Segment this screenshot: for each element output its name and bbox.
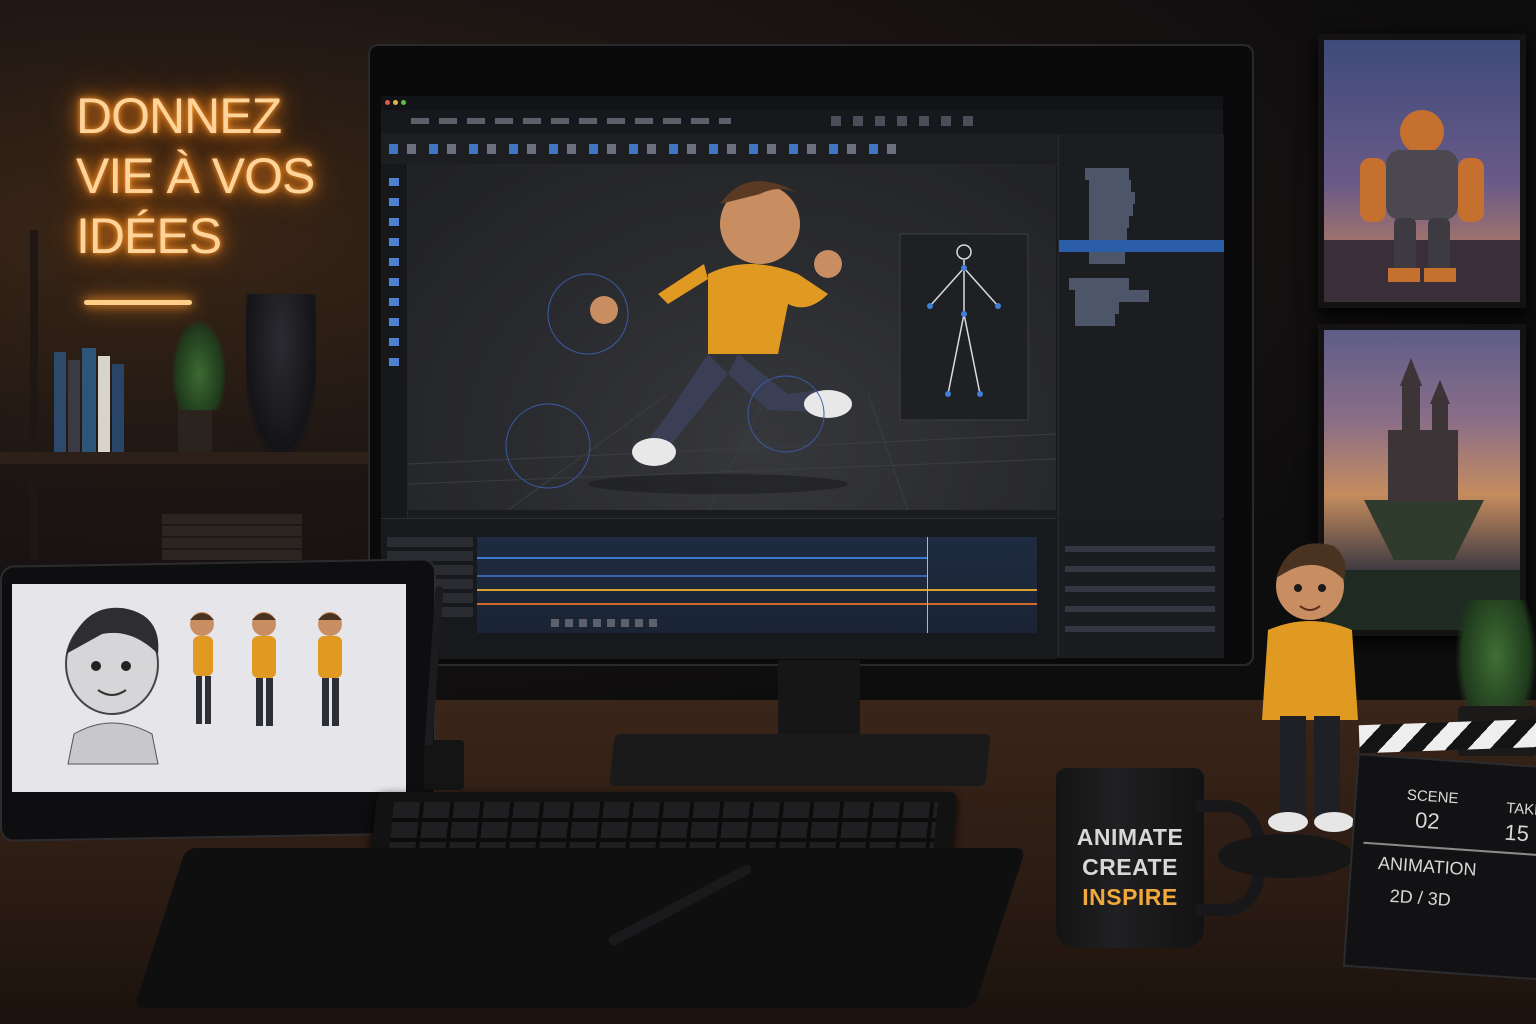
- coffee-mug: ANIMATE CREATE INSPIRE: [1056, 768, 1204, 948]
- monitor-stand-base: [609, 734, 991, 786]
- character-sheet: [65, 607, 342, 765]
- app-menubar: [381, 110, 1223, 135]
- book: [68, 360, 80, 452]
- mug-text-line-3: INSPIRE: [1082, 884, 1178, 910]
- toolbar-icons[interactable]: [389, 144, 909, 154]
- robot-poster: [1318, 34, 1526, 308]
- book: [82, 348, 96, 452]
- shelf-board-top: [0, 452, 370, 464]
- clapperboard: SCENE 02 TAKE 15 ANIMATION 2D / 3D: [1342, 718, 1536, 981]
- neon-sign-line-1: DONNEZ: [76, 88, 282, 144]
- plant-leaves: [172, 320, 226, 410]
- outliner-row[interactable]: [1059, 302, 1224, 314]
- outliner-section[interactable]: [1059, 278, 1224, 290]
- running-character: [505, 181, 852, 494]
- clapper-scene-value: 02: [1414, 807, 1441, 834]
- 3d-viewport[interactable]: [408, 164, 1056, 510]
- window-minimize-icon[interactable]: [393, 100, 398, 105]
- figurine-art: [1262, 543, 1358, 832]
- book: [112, 364, 124, 452]
- clapper-take-label: TAKE: [1505, 799, 1536, 820]
- properties-rows[interactable]: [1065, 546, 1215, 646]
- tool-palette: [381, 164, 408, 518]
- character-figurine: [1250, 530, 1370, 860]
- bookshelf: [0, 230, 370, 560]
- viewport-scene: [408, 181, 1056, 510]
- timeline-panel: [381, 518, 1056, 659]
- turnaround-views: [190, 612, 342, 726]
- outliner-row[interactable]: [1059, 156, 1224, 168]
- neon-sign-line-2: VIE À VOS: [76, 148, 315, 204]
- outliner-row[interactable]: [1059, 290, 1224, 302]
- menu-items[interactable]: [411, 118, 731, 124]
- timeline-track: [477, 603, 1037, 605]
- clapper-title: ANIMATION: [1377, 852, 1478, 880]
- outliner-row[interactable]: [1059, 204, 1224, 216]
- clapper-subtitle: 2D / 3D: [1389, 885, 1452, 910]
- outliner-row-selected[interactable]: [1059, 240, 1224, 252]
- outliner-row[interactable]: [1059, 314, 1224, 326]
- pen-tablet[interactable]: [134, 848, 1026, 1008]
- robot-figure: [246, 294, 316, 452]
- robot-poster-art: [1324, 110, 1520, 302]
- outliner-row[interactable]: [1059, 228, 1224, 240]
- shelf-frame: [30, 230, 38, 560]
- tool-icons[interactable]: [389, 178, 399, 378]
- timeline-track: [477, 589, 1037, 591]
- outliner-panel: [1058, 134, 1224, 518]
- tablet-screen: [12, 584, 406, 792]
- clapper-take-value: 15: [1503, 819, 1530, 847]
- mug-text-line-2: CREATE: [1082, 854, 1178, 880]
- window-close-icon[interactable]: [385, 100, 390, 105]
- properties-panel: [1058, 520, 1224, 658]
- timeline-track: [477, 557, 927, 559]
- timeline-playhead[interactable]: [927, 537, 928, 633]
- clapper-stripes: [1358, 718, 1536, 754]
- playback-controls[interactable]: [551, 619, 661, 627]
- outliner-row[interactable]: [1059, 168, 1224, 180]
- book: [54, 352, 66, 452]
- pen-holder: [424, 740, 464, 790]
- book: [98, 356, 110, 452]
- mode-icons[interactable]: [831, 116, 981, 126]
- outliner-row[interactable]: [1059, 252, 1224, 264]
- outliner-row[interactable]: [1059, 216, 1224, 228]
- window-maximize-icon[interactable]: [401, 100, 406, 105]
- outliner-row[interactable]: [1059, 180, 1224, 192]
- skeleton-rig-panel: [899, 233, 1029, 421]
- timeline-track: [477, 575, 927, 577]
- stacked-books: [162, 514, 302, 560]
- mug-text-line-1: ANIMATE: [1076, 824, 1184, 850]
- clapper-scene-label: SCENE: [1406, 786, 1460, 808]
- app-titlebar: [381, 96, 1223, 110]
- sketch-head: [65, 607, 159, 765]
- outliner-row[interactable]: [1059, 192, 1224, 204]
